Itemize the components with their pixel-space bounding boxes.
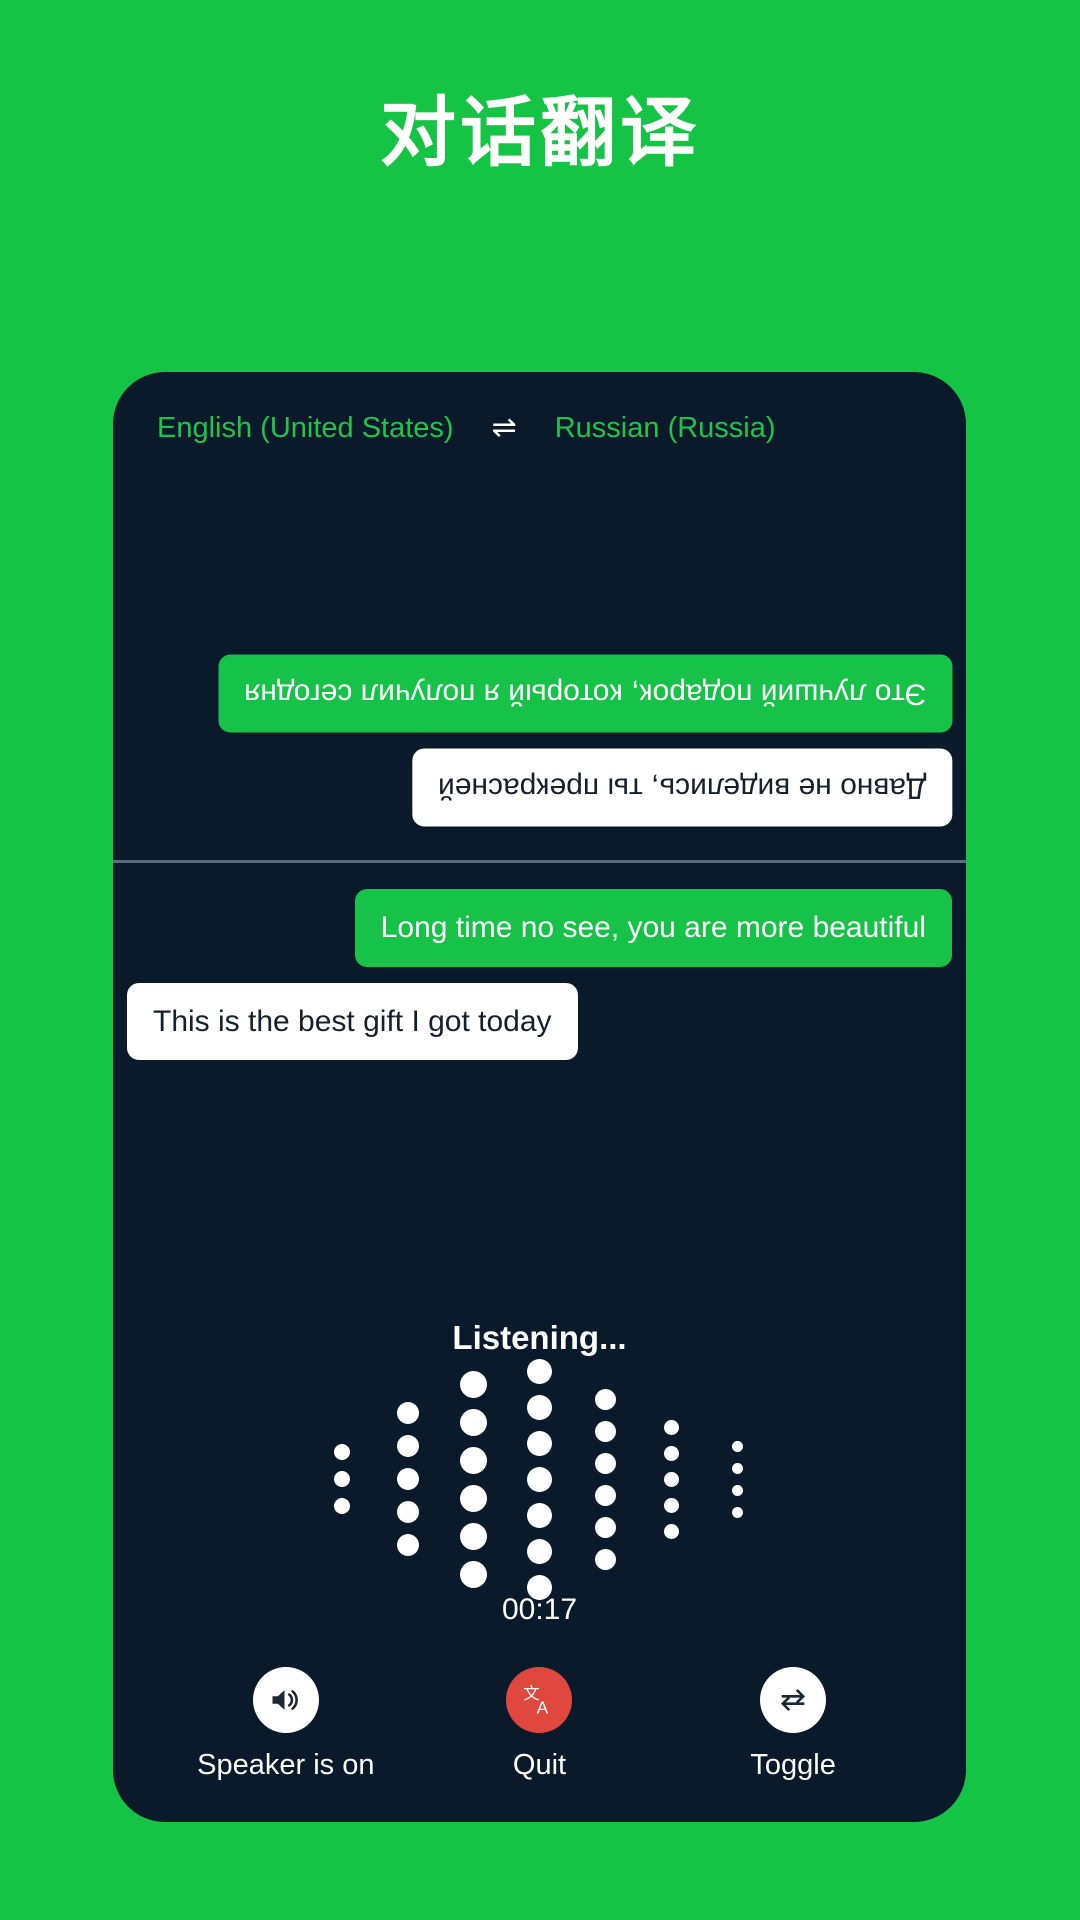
waveform-dot: [732, 1484, 743, 1496]
message-bubble-translated[interactable]: Это лучший подарок, который я получил се…: [217, 655, 952, 733]
svg-text:A: A: [537, 1697, 549, 1717]
message-bubble-outgoing[interactable]: Long time no see, you are more beautiful: [354, 889, 952, 967]
waveform-dot: [595, 1516, 616, 1538]
conversation-panel-primary: Long time no see, you are more beautiful…: [113, 863, 966, 1667]
message-row: This is the best gift I got today: [127, 982, 952, 1060]
waveform-dot: [333, 1444, 350, 1460]
toggle-button-circle[interactable]: [760, 1667, 827, 1733]
source-language-selector[interactable]: English (United States): [157, 412, 454, 445]
waveform-dot: [664, 1419, 679, 1435]
waveform-dot: [396, 1435, 419, 1457]
waveform-dot: [396, 1501, 419, 1523]
translate-icon: 文 A: [524, 1684, 549, 1717]
waveform-dot: [333, 1471, 350, 1487]
waveform-dot: [460, 1560, 487, 1588]
waveform-dot: [664, 1497, 679, 1513]
waveform-dot: [527, 1538, 552, 1564]
control-bar: Speaker is on 文 A Quit Toggle: [113, 1667, 966, 1822]
message-bubble-translated[interactable]: Давно не виделись, ты прекрасней: [411, 748, 952, 826]
app-screen: 对话翻译 English (United States) ⇌ Russian (…: [0, 0, 1080, 1920]
waveform-dot: [664, 1471, 679, 1487]
waveform-column: [441, 1370, 507, 1588]
waveform-dot: [527, 1502, 552, 1528]
waveform-dot: [333, 1498, 350, 1514]
waveform-column: [309, 1444, 375, 1514]
waveform-dot: [460, 1408, 487, 1436]
phone-card: English (United States) ⇌ Russian (Russi…: [113, 372, 966, 1822]
toggle-button[interactable]: Toggle: [673, 1667, 913, 1782]
toggle-button-label: Toggle: [750, 1749, 836, 1781]
waveform-dot: [396, 1468, 419, 1490]
waveform-dot: [527, 1430, 552, 1456]
quit-button-circle[interactable]: 文 A: [506, 1667, 573, 1733]
waveform-dot: [595, 1452, 616, 1474]
listening-area: Listening... 00:17: [127, 1076, 952, 1667]
quit-button[interactable]: 文 A Quit: [419, 1667, 659, 1782]
waveform-dot: [732, 1440, 743, 1452]
waveform-dot: [527, 1394, 552, 1420]
waveform-dot: [595, 1548, 616, 1570]
waveform-dot: [460, 1370, 487, 1398]
message-row: Давно не виделись, ты прекрасней: [127, 748, 952, 826]
listening-status: Listening...: [452, 1319, 627, 1356]
waveform-dot: [527, 1466, 552, 1492]
waveform-dot: [396, 1534, 419, 1556]
quit-button-label: Quit: [512, 1749, 567, 1781]
swap-arrows-icon: [781, 1688, 806, 1712]
message-row: Это лучший подарок, который я получил се…: [127, 655, 952, 733]
waveform-dot: [460, 1484, 487, 1512]
waveform-dot: [664, 1523, 679, 1539]
waveform-column: [573, 1388, 639, 1570]
waveform-column: [639, 1419, 705, 1539]
waveform-dot: [460, 1522, 487, 1550]
message-row: Long time no see, you are more beautiful: [127, 889, 952, 967]
language-bar: English (United States) ⇌ Russian (Russi…: [113, 372, 966, 484]
speaker-button-label: Speaker is on: [197, 1749, 375, 1781]
audio-waveform: [309, 1358, 771, 1600]
waveform-column: [507, 1358, 573, 1600]
speaker-on-icon: [272, 1690, 298, 1710]
speaker-button[interactable]: Speaker is on: [166, 1667, 406, 1782]
message-bubble-incoming[interactable]: This is the best gift I got today: [127, 982, 578, 1060]
recording-timer: 00:17: [501, 1593, 578, 1626]
swap-horizontal-icon[interactable]: ⇌: [492, 413, 517, 443]
waveform-dot: [527, 1358, 552, 1384]
waveform-dot: [732, 1506, 743, 1518]
waveform-dot: [664, 1445, 679, 1461]
waveform-dot: [595, 1420, 616, 1442]
waveform-dot: [396, 1402, 419, 1424]
waveform-dot: [595, 1484, 616, 1506]
target-language-selector[interactable]: Russian (Russia): [555, 412, 776, 445]
conversation-panel-rotated: Это лучший подарок, который я получил се…: [113, 484, 966, 860]
speaker-button-circle[interactable]: [252, 1667, 319, 1733]
waveform-column: [375, 1402, 441, 1556]
waveform-column: [705, 1440, 771, 1518]
waveform-dot: [732, 1462, 743, 1474]
waveform-dot: [460, 1446, 487, 1474]
waveform-dot: [595, 1388, 616, 1410]
page-title: 对话翻译: [380, 91, 700, 176]
